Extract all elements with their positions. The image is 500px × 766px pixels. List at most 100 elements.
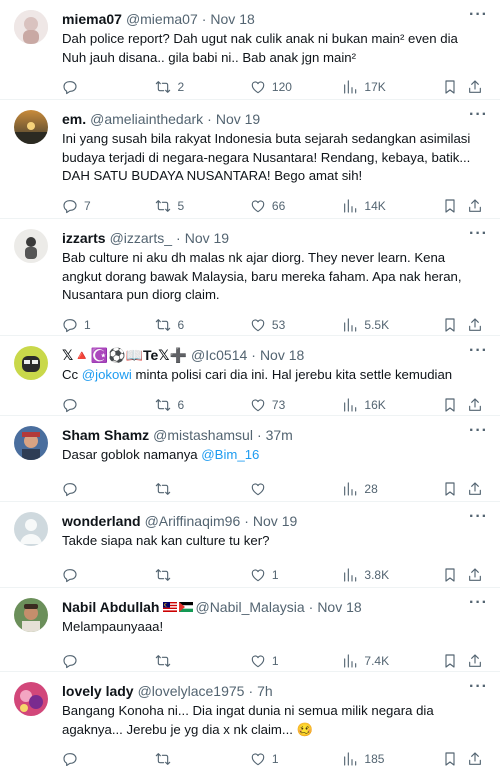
reply-button[interactable]: 7 [62, 198, 155, 214]
retweet-button[interactable]: 6 [155, 397, 249, 413]
tweet[interactable]: em. @ameliainthedark · Nov 19 ··· Ini ya… [0, 100, 500, 219]
bookmark-button[interactable] [442, 653, 467, 669]
views-button[interactable]: 14K [342, 198, 441, 214]
avatar[interactable] [14, 426, 48, 460]
like-button[interactable]: 66 [250, 198, 343, 214]
retweet-button[interactable]: 5 [155, 198, 249, 214]
mention-link[interactable]: @jokowi [82, 367, 132, 382]
views-button[interactable]: 17K [342, 79, 441, 95]
like-button[interactable] [250, 481, 343, 497]
timestamp[interactable]: Nov 18 [317, 599, 361, 615]
text-segment: minta polisi cari dia ini. Hal jerebu ki… [131, 367, 453, 382]
more-options-icon[interactable]: ··· [469, 343, 488, 359]
author-name[interactable]: lovely lady [62, 683, 134, 699]
avatar[interactable] [14, 512, 48, 546]
retweet-button[interactable] [155, 567, 249, 583]
share-button[interactable] [467, 751, 486, 766]
more-options-icon[interactable]: ··· [469, 107, 488, 123]
mention-link[interactable]: @Bim_16 [201, 447, 259, 462]
reply-button[interactable] [62, 751, 155, 766]
author-name[interactable]: Sham Shamz [62, 427, 149, 443]
timestamp[interactable]: 7h [257, 683, 273, 699]
more-options-icon[interactable]: ··· [469, 7, 488, 23]
author-name[interactable]: miema07 [62, 11, 122, 27]
more-options-icon[interactable]: ··· [469, 595, 488, 611]
retweet-button[interactable] [155, 751, 249, 766]
share-button[interactable] [467, 397, 486, 413]
author-name[interactable]: Nabil Abdullah [62, 599, 159, 615]
retweet-button[interactable]: 6 [155, 317, 249, 333]
share-button[interactable] [467, 481, 486, 497]
avatar[interactable] [14, 346, 48, 380]
timestamp[interactable]: Nov 19 [185, 230, 229, 246]
share-button[interactable] [467, 317, 486, 333]
tweet[interactable]: 𝕏🔺☪️⚽📖Te𝕏➕ @Ic0514 · Nov 18 ··· Cc @joko… [0, 336, 500, 416]
timestamp[interactable]: Nov 18 [210, 11, 254, 27]
author-name[interactable]: izzarts [62, 230, 106, 246]
views-button[interactable]: 7.4K [342, 653, 441, 669]
share-button[interactable] [467, 653, 486, 669]
views-button[interactable]: 5.5K [342, 317, 441, 333]
author-name[interactable]: 𝕏🔺☪️⚽📖Te𝕏➕ [62, 347, 187, 364]
author-handle[interactable]: @Nabil_Malaysia [195, 599, 304, 615]
views-button[interactable]: 3.8K [342, 567, 441, 583]
avatar[interactable] [14, 229, 48, 263]
tweet[interactable]: izzarts @izzarts_ · Nov 19 ··· Bab cultu… [0, 219, 500, 336]
like-button[interactable]: 120 [250, 79, 343, 95]
retweet-button[interactable] [155, 481, 249, 497]
reply-button[interactable] [62, 653, 155, 669]
tweet[interactable]: wonderland @Ariffinaqim96 · Nov 19 ··· T… [0, 502, 500, 588]
like-button[interactable]: 53 [250, 317, 343, 333]
like-button[interactable]: 1 [250, 751, 343, 766]
bookmark-button[interactable] [442, 481, 467, 497]
more-options-icon[interactable]: ··· [469, 423, 488, 439]
author-name[interactable]: wonderland [62, 513, 141, 529]
reply-button[interactable] [62, 79, 155, 95]
like-button[interactable]: 1 [250, 653, 343, 669]
avatar[interactable] [14, 598, 48, 632]
author-handle[interactable]: @ameliainthedark [90, 111, 203, 127]
bookmark-button[interactable] [442, 198, 467, 214]
tweet[interactable]: lovely lady @lovelylace1975 · 7h ··· Ban… [0, 672, 500, 766]
author-handle[interactable]: @Ariffinaqim96 [145, 513, 241, 529]
share-button[interactable] [467, 79, 486, 95]
author-handle[interactable]: @lovelylace1975 [138, 683, 245, 699]
timestamp[interactable]: 37m [266, 427, 293, 443]
timestamp[interactable]: Nov 19 [253, 513, 297, 529]
tweet[interactable]: Nabil Abdullah @Nabil_Malaysia · Nov 18 … [0, 588, 500, 672]
timestamp[interactable]: Nov 18 [260, 347, 304, 363]
bookmark-button[interactable] [442, 79, 467, 95]
more-options-icon[interactable]: ··· [469, 679, 488, 695]
share-button[interactable] [467, 567, 486, 583]
views-button[interactable]: 28 [342, 481, 441, 497]
retweet-button[interactable]: 2 [155, 79, 249, 95]
avatar[interactable] [14, 682, 48, 716]
author-name[interactable]: em. [62, 111, 86, 127]
bookmark-button[interactable] [442, 317, 467, 333]
retweet-icon [156, 318, 171, 331]
bookmark-button[interactable] [442, 397, 467, 413]
bookmark-button[interactable] [442, 751, 467, 766]
reply-button[interactable] [62, 397, 155, 413]
reply-button[interactable] [62, 567, 155, 583]
avatar[interactable] [14, 110, 48, 144]
more-options-icon[interactable]: ··· [469, 509, 488, 525]
author-handle[interactable]: @Ic0514 [191, 347, 247, 363]
author-handle[interactable]: @izzarts_ [110, 230, 172, 246]
share-button[interactable] [467, 198, 486, 214]
more-options-icon[interactable]: ··· [469, 226, 488, 242]
avatar[interactable] [14, 10, 48, 44]
author-handle[interactable]: @miema07 [126, 11, 198, 27]
like-button[interactable]: 1 [250, 567, 343, 583]
author-handle[interactable]: @mistashamsul [153, 427, 253, 443]
reply-button[interactable] [62, 481, 155, 497]
tweet[interactable]: miema07 @miema07 · Nov 18 ··· Dah police… [0, 0, 500, 100]
views-button[interactable]: 16K [342, 397, 441, 413]
reply-button[interactable]: 1 [62, 317, 155, 333]
views-button[interactable]: 185 [342, 751, 441, 766]
retweet-button[interactable] [155, 653, 249, 669]
tweet[interactable]: Sham Shamz @mistashamsul · 37m ··· Dasar… [0, 416, 500, 502]
like-button[interactable]: 73 [250, 397, 343, 413]
bookmark-button[interactable] [442, 567, 467, 583]
timestamp[interactable]: Nov 19 [216, 111, 260, 127]
